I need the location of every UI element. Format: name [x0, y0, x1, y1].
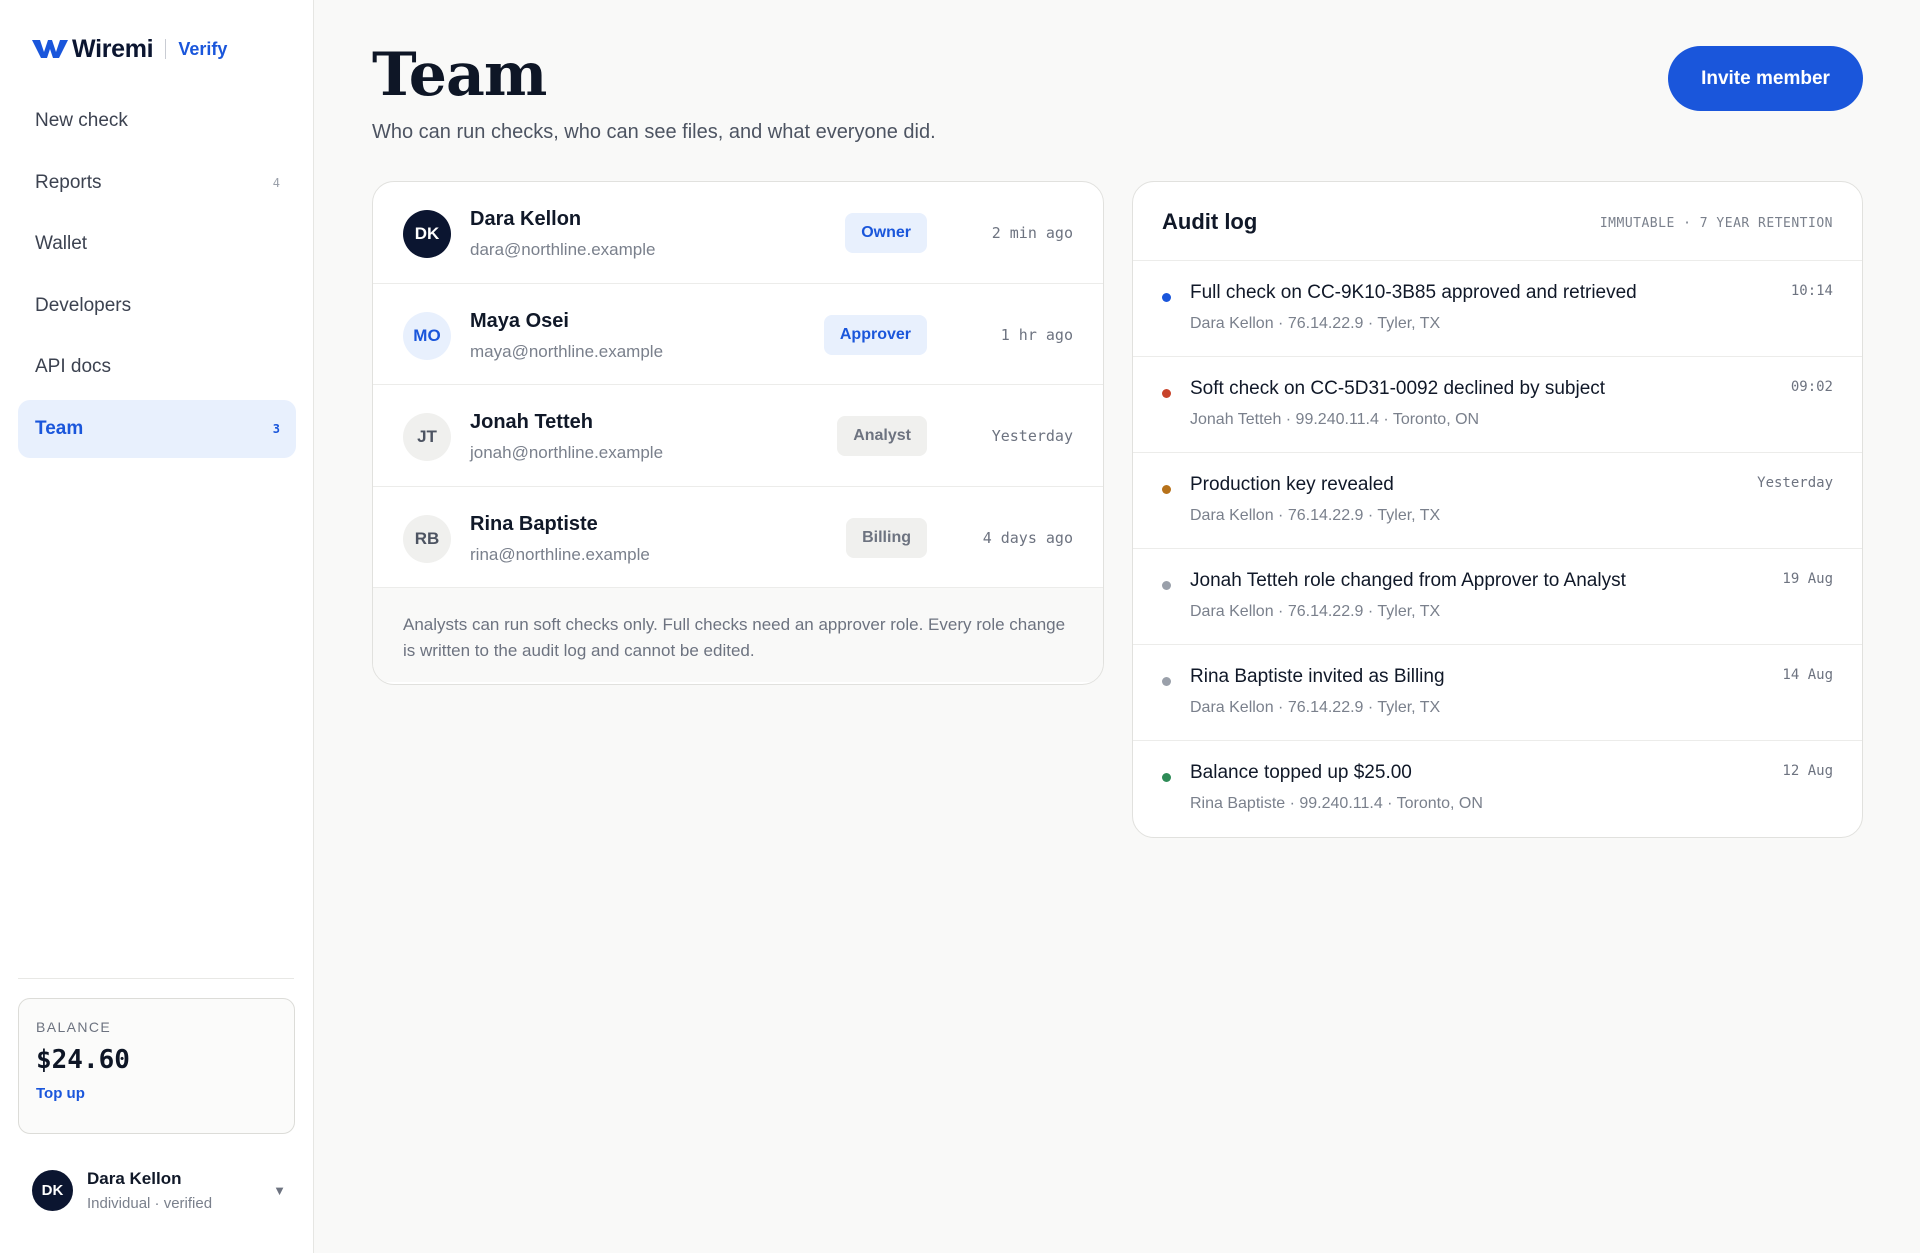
account-name: Dara Kellon: [87, 1168, 182, 1188]
audit-entry-text: Soft check on CC-5D31-0092 declined by s…: [1190, 378, 1606, 399]
sidebar-item-label: Team: [35, 417, 84, 439]
sidebar-divider: [18, 978, 294, 979]
last-active: 2 min ago: [991, 224, 1073, 242]
audit-entry[interactable]: Production key revealed Dara Kellon · 76…: [1133, 453, 1862, 549]
sidebar-item-count: 4: [272, 175, 280, 190]
member-avatar: RB: [403, 514, 451, 563]
status-dot: [1162, 293, 1171, 302]
retention-tag: IMMUTABLE · 7 YEAR RETENTION: [1599, 216, 1833, 231]
roles-note: Analysts can run soft checks only. Full …: [373, 588, 1103, 682]
role-badge[interactable]: Analyst: [837, 416, 927, 456]
sidebar-item-developers[interactable]: Developers: [18, 277, 296, 335]
last-active: Yesterday: [991, 427, 1073, 445]
audit-log-title: Audit log: [1162, 209, 1258, 234]
member-avatar: MO: [403, 311, 451, 360]
status-dot: [1162, 389, 1171, 398]
audit-entry-meta: Jonah Tetteh · 99.240.11.4 · Toronto, ON: [1190, 411, 1480, 428]
audit-entry-time: 14 Aug: [1782, 667, 1833, 683]
audit-log-card: Audit log IMMUTABLE · 7 YEAR RETENTION F…: [1132, 181, 1863, 838]
audit-entry-text: Balance topped up $25.00: [1190, 762, 1412, 783]
audit-entry-time: 10:14: [1790, 283, 1833, 299]
status-dot: [1162, 773, 1171, 782]
brand[interactable]: Wiremi Verify: [32, 34, 227, 64]
last-active: 4 days ago: [982, 528, 1073, 547]
sidebar-item-count: 3: [272, 421, 280, 436]
last-active: 1 hr ago: [1000, 325, 1073, 344]
page-title: Team: [372, 40, 547, 110]
member-row[interactable]: MO Maya Osei maya@northline.example Appr…: [373, 284, 1103, 385]
role-badge[interactable]: Approver: [823, 314, 927, 355]
sidebar-nav: New check Reports 4 Wallet Developers AP…: [18, 92, 296, 461]
avatar: DK: [32, 1169, 73, 1211]
audit-entry-text: Jonah Tetteh role changed from Approver …: [1190, 570, 1626, 591]
member-email: rina@northline.example: [470, 544, 650, 564]
sidebar-item-reports[interactable]: Reports 4: [18, 154, 296, 212]
member-avatar: JT: [403, 413, 451, 461]
audit-entry-time: Yesterday: [1757, 475, 1833, 491]
sidebar: Wiremi Verify New check Reports 4 Wallet…: [0, 0, 314, 1253]
member-row[interactable]: RB Rina Baptiste rina@northline.example …: [373, 487, 1103, 588]
member-name: Jonah Tetteh: [470, 411, 593, 433]
sidebar-item-team[interactable]: Team 3: [18, 399, 296, 458]
audit-entry[interactable]: Jonah Tetteh role changed from Approver …: [1133, 549, 1862, 645]
account-meta: Dara Kellon Individual · verified: [87, 1169, 273, 1212]
top-up-link[interactable]: Top up: [36, 1085, 85, 1102]
audit-entry[interactable]: Rina Baptiste invited as Billing Dara Ke…: [1133, 645, 1862, 741]
audit-entry-text: Rina Baptiste invited as Billing: [1190, 666, 1445, 687]
audit-entry-text: Full check on CC-9K10-3B85 approved and …: [1190, 282, 1637, 303]
audit-entry-time: 09:02: [1790, 379, 1833, 395]
role-badge[interactable]: Owner: [845, 213, 927, 253]
sidebar-item-api-docs[interactable]: API docs: [18, 338, 296, 396]
audit-entry-meta: Dara Kellon · 76.14.22.9 · Tyler, TX: [1190, 699, 1441, 716]
member-avatar: DK: [403, 210, 451, 258]
sidebar-item-label: Wallet: [35, 233, 88, 254]
members-card: DK Dara Kellon dara@northline.example Ow…: [372, 181, 1104, 685]
member-name: Rina Baptiste: [470, 512, 598, 535]
sidebar-item-label: Reports: [35, 171, 102, 193]
status-dot: [1162, 581, 1171, 590]
member-name: Dara Kellon: [470, 208, 582, 230]
member-row[interactable]: DK Dara Kellon dara@northline.example Ow…: [373, 182, 1103, 284]
invite-member-button[interactable]: Invite member: [1668, 46, 1863, 111]
audit-entry[interactable]: Full check on CC-9K10-3B85 approved and …: [1133, 261, 1862, 357]
member-row[interactable]: JT Jonah Tetteh jonah@northline.example …: [373, 385, 1103, 487]
audit-entry-meta: Dara Kellon · 76.14.22.9 · Tyler, TX: [1190, 603, 1441, 620]
balance-label: BALANCE: [36, 1019, 112, 1035]
audit-entry[interactable]: Soft check on CC-5D31-0092 declined by s…: [1133, 357, 1862, 453]
audit-entry-time: 12 Aug: [1782, 763, 1833, 779]
status-dot: [1162, 677, 1171, 686]
wiremi-logo-icon: [32, 40, 68, 58]
sidebar-item-wallet[interactable]: Wallet: [18, 215, 296, 273]
brand-product: Verify: [178, 38, 228, 59]
balance-card: BALANCE $24.60 Top up: [18, 998, 295, 1134]
member-name: Maya Osei: [470, 309, 569, 332]
account-menu[interactable]: DK Dara Kellon Individual · verified ▼: [32, 1164, 286, 1216]
chevron-down-icon[interactable]: ▼: [273, 1183, 286, 1198]
brand-divider: [165, 39, 167, 59]
sidebar-item-label: New check: [35, 110, 128, 131]
account-status: Individual · verified: [87, 1194, 213, 1212]
member-email: jonah@northline.example: [470, 443, 664, 462]
status-dot: [1162, 485, 1171, 494]
role-badge[interactable]: Billing: [846, 517, 927, 558]
audit-entry-meta: Dara Kellon · 76.14.22.9 · Tyler, TX: [1190, 315, 1441, 332]
audit-log-header: Audit log IMMUTABLE · 7 YEAR RETENTION: [1133, 182, 1862, 261]
audit-entry-meta: Rina Baptiste · 99.240.11.4 · Toronto, O…: [1190, 795, 1483, 812]
member-email: dara@northline.example: [470, 240, 656, 259]
audit-entry-text: Production key revealed: [1190, 474, 1394, 495]
sidebar-item-new-check[interactable]: New check: [18, 92, 296, 150]
sidebar-item-label: Developers: [35, 294, 132, 316]
audit-entry-meta: Dara Kellon · 76.14.22.9 · Tyler, TX: [1190, 507, 1441, 524]
brand-name: Wiremi: [72, 34, 154, 63]
audit-entry[interactable]: Balance topped up $25.00 Rina Baptiste ·…: [1133, 741, 1862, 837]
page-subtitle: Who can run checks, who can see files, a…: [372, 121, 936, 143]
sidebar-item-label: API docs: [35, 356, 112, 377]
member-email: maya@northline.example: [470, 341, 664, 361]
balance-value: $24.60: [36, 1045, 130, 1075]
audit-entry-time: 19 Aug: [1782, 571, 1833, 587]
